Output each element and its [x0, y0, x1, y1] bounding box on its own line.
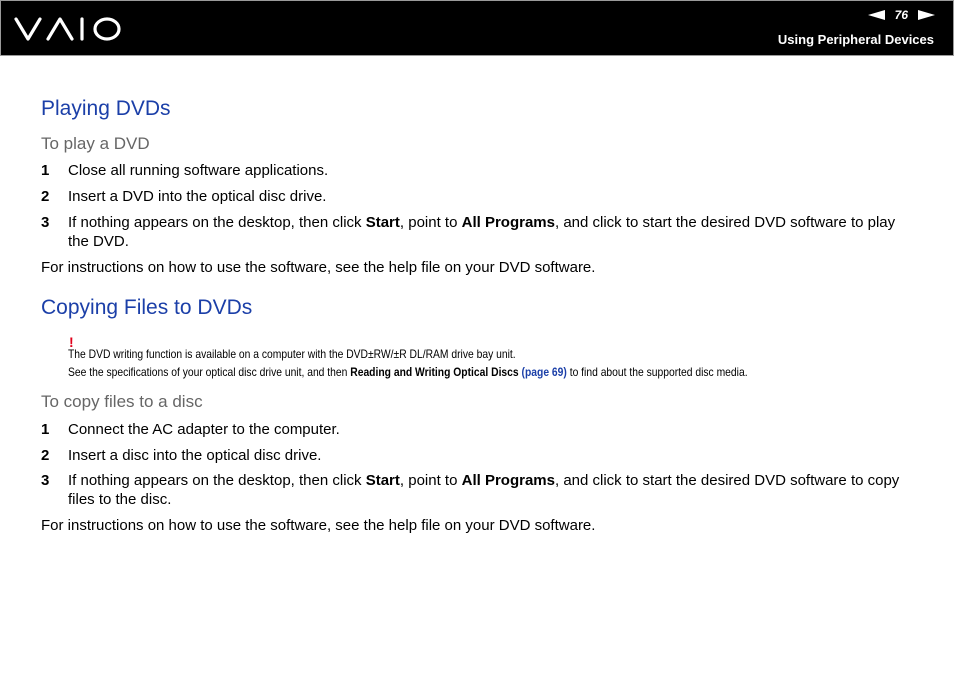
instructions-paragraph: For instructions on how to use the softw… [41, 517, 596, 534]
playing-dvds-heading: Playing DVDs [41, 97, 171, 120]
play-dvd-subheading: To play a DVD [41, 134, 150, 153]
instructions-paragraph: For instructions on how to use the softw… [41, 259, 596, 276]
previous-page-arrow-icon[interactable] [867, 10, 885, 20]
note-line: See the specifications of your optical d… [68, 365, 748, 379]
page-number: 76 [894, 8, 908, 22]
section-title: Using Peripheral Devices [777, 32, 934, 47]
copy-files-subheading: To copy files to a disc [41, 392, 203, 411]
page-navigation: 76 [867, 8, 935, 22]
vaio-logo [14, 17, 121, 41]
next-page-arrow-icon[interactable] [918, 10, 935, 20]
note-line: The DVD writing function is available on… [68, 347, 516, 361]
copying-files-heading: Copying Files to DVDs [41, 296, 253, 319]
page-69-link[interactable]: (page 69) [522, 365, 567, 379]
page-header: 76 Using Peripheral Devices [0, 0, 954, 56]
